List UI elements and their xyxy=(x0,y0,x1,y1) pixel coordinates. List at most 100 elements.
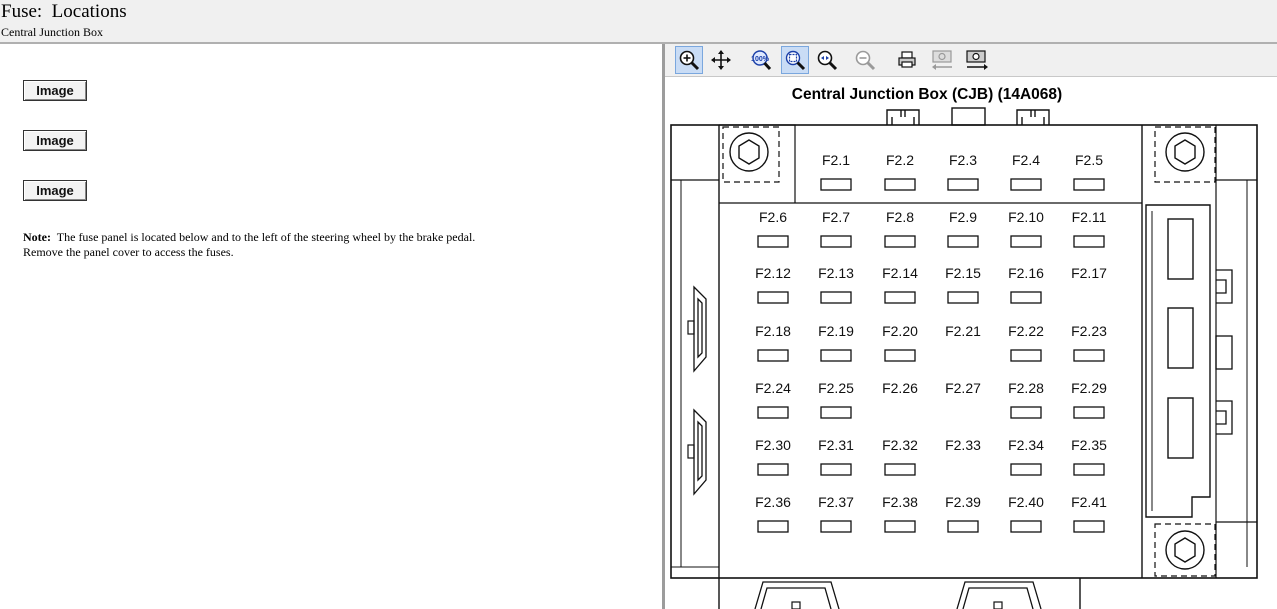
note-label: Note: xyxy=(23,230,51,244)
page-title: Fuse: Locations xyxy=(1,1,127,22)
content-pane: Image Image Image Note: The fuse panel i… xyxy=(0,44,662,609)
fuse-label: F2.39 xyxy=(945,494,981,510)
fuse-label: F2.35 xyxy=(1071,437,1107,453)
zoom-out-icon xyxy=(855,50,876,71)
fuse-slot xyxy=(757,520,789,533)
viewer-toolbar: 100% xyxy=(665,44,1277,77)
image-button-3[interactable]: Image xyxy=(23,180,87,201)
zoom-in-icon xyxy=(679,50,700,71)
fuse-label: F2.12 xyxy=(755,265,791,281)
fuse-slot xyxy=(1010,178,1042,191)
pan-button[interactable] xyxy=(707,46,735,74)
fuse-slot xyxy=(820,349,852,362)
fuse-label: F2.3 xyxy=(949,152,977,168)
relay-2 xyxy=(1167,307,1194,369)
fuse-slot xyxy=(1073,463,1105,476)
junction-box-diagram: Central Junction Box (CJB) (14A068) F2.1… xyxy=(670,86,1258,609)
page-subtitle: Central Junction Box xyxy=(1,25,103,39)
page-header: Fuse: Locations Central Junction Box xyxy=(0,0,1277,44)
fuse-label: F2.9 xyxy=(949,209,977,225)
fuse-slot xyxy=(884,178,916,191)
bottom-clip-right xyxy=(956,581,1042,609)
fuse-slot xyxy=(1010,520,1042,533)
fuse-label: F2.17 xyxy=(1071,265,1107,281)
fuse-label: F2.41 xyxy=(1071,494,1107,510)
save-image-icon xyxy=(966,50,988,70)
fuse-grid: F2.1 F2.2 F2.3 F2.4 F2.5 F2.6 F2.7 F2.8 F2.9 F2.1… xyxy=(755,152,1107,533)
fuse-slot xyxy=(757,406,789,419)
fuse-label: F2.5 xyxy=(1075,152,1103,168)
zoom-out-button[interactable] xyxy=(851,46,879,74)
fuse-label: F2.15 xyxy=(945,265,981,281)
relay-1 xyxy=(1167,218,1194,280)
fuse-label: F2.10 xyxy=(1008,209,1044,225)
print-button[interactable] xyxy=(893,46,921,74)
fuse-slot xyxy=(820,178,852,191)
svg-text:100%: 100% xyxy=(751,56,770,63)
fuse-label: F2.40 xyxy=(1008,494,1044,510)
fuse-slot xyxy=(820,463,852,476)
zoom-area-button[interactable] xyxy=(813,46,841,74)
copy-image-button[interactable] xyxy=(929,46,957,74)
fuse-slot xyxy=(884,291,916,304)
fuse-label: F2.25 xyxy=(818,380,854,396)
fuse-label: F2.38 xyxy=(882,494,918,510)
pan-icon xyxy=(711,50,731,70)
fuse-slot xyxy=(884,520,916,533)
image-button-2[interactable]: Image xyxy=(23,130,87,151)
fuse-slot xyxy=(820,235,852,248)
fuse-slot xyxy=(1073,349,1105,362)
left-connector-lower xyxy=(693,408,707,496)
fuse-label: F2.28 xyxy=(1008,380,1044,396)
fuse-label: F2.22 xyxy=(1008,323,1044,339)
fuse-slot xyxy=(1073,406,1105,419)
fuse-label: F2.24 xyxy=(755,380,791,396)
relay-3 xyxy=(1167,397,1194,459)
left-connector-upper xyxy=(693,285,707,373)
fit-window-icon xyxy=(785,50,806,71)
top-connector-center xyxy=(951,107,986,126)
fuse-label: F2.34 xyxy=(1008,437,1044,453)
fuse-slot xyxy=(757,349,789,362)
fuse-label: F2.14 xyxy=(882,265,918,281)
fuse-label: F2.1 xyxy=(822,152,850,168)
fuse-slot xyxy=(884,349,916,362)
image-button-1[interactable]: Image xyxy=(23,80,87,101)
image-viewer: 100% Central Junction Box (CJB) (14A068)… xyxy=(665,44,1277,609)
fuse-label: F2.20 xyxy=(882,323,918,339)
save-image-button[interactable] xyxy=(963,46,991,74)
print-icon xyxy=(898,51,916,68)
zoom-in-button[interactable] xyxy=(675,46,703,74)
top-connector-right xyxy=(1016,109,1050,125)
fuse-label: F2.13 xyxy=(818,265,854,281)
fit-window-button[interactable] xyxy=(781,46,809,74)
bottom-clip-left xyxy=(754,581,840,609)
fuse-slot xyxy=(1010,235,1042,248)
fuse-slot xyxy=(757,463,789,476)
fuse-slot xyxy=(820,406,852,419)
fuse-slot xyxy=(1073,235,1105,248)
fuse-label: F2.6 xyxy=(759,209,787,225)
fuse-slot xyxy=(1010,406,1042,419)
fuse-slot xyxy=(820,520,852,533)
fuse-slot xyxy=(947,178,979,191)
bolt-top-left xyxy=(729,132,769,172)
zoom-area-icon xyxy=(817,50,838,71)
fuse-label: F2.16 xyxy=(1008,265,1044,281)
bolt-top-right xyxy=(1165,132,1205,172)
fuse-label: F2.32 xyxy=(882,437,918,453)
fuse-slot xyxy=(1073,178,1105,191)
actual-size-button[interactable]: 100% xyxy=(747,46,775,74)
diagram-title: Central Junction Box (CJB) (14A068) xyxy=(792,86,1062,103)
fuse-slot xyxy=(757,291,789,304)
fuse-label: F2.30 xyxy=(755,437,791,453)
fuse-label: F2.7 xyxy=(822,209,850,225)
fuse-slot xyxy=(757,235,789,248)
fuse-label: F2.36 xyxy=(755,494,791,510)
actual-size-icon: 100% xyxy=(751,50,772,71)
fuse-label: F2.31 xyxy=(818,437,854,453)
fuse-slot xyxy=(1073,520,1105,533)
fuse-label: F2.23 xyxy=(1071,323,1107,339)
fuse-label: F2.29 xyxy=(1071,380,1107,396)
bolt-bottom-right xyxy=(1165,530,1205,570)
